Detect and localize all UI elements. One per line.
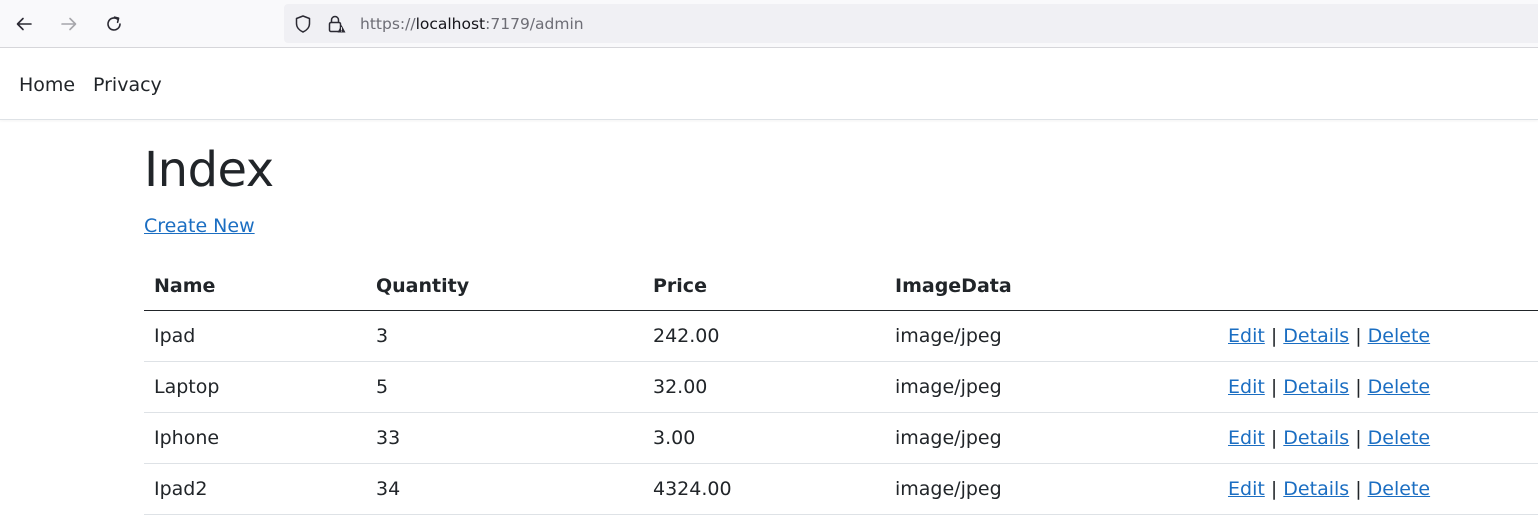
cell-imagedata: image/jpeg	[885, 361, 1218, 413]
url-path: :7179/admin	[485, 15, 584, 33]
cell-name: Iphone	[144, 412, 366, 464]
browser-toolbar: https://localhost:7179/admin	[0, 0, 1538, 48]
products-table: Name Quantity Price ImageData Ipad 3 242…	[144, 262, 1538, 515]
delete-link[interactable]: Delete	[1368, 325, 1430, 347]
table-row: Ipad2 34 4324.00 image/jpeg Edit | Detai…	[144, 463, 1538, 515]
cell-name: Laptop	[144, 361, 366, 413]
cell-actions: Edit | Details | Delete	[1218, 310, 1538, 362]
lock-icon[interactable]	[326, 14, 346, 34]
reload-button[interactable]	[100, 10, 128, 38]
forward-arrow-icon	[61, 17, 77, 31]
table-row: Laptop 5 32.00 image/jpeg Edit | Details…	[144, 361, 1538, 413]
cell-imagedata: image/jpeg	[885, 412, 1218, 464]
action-separator: |	[1355, 325, 1362, 347]
action-separator: |	[1270, 478, 1278, 500]
details-link[interactable]: Details	[1283, 427, 1349, 449]
edit-link[interactable]: Edit	[1228, 376, 1265, 398]
url-bar[interactable]: https://localhost:7179/admin	[284, 4, 1538, 43]
back-arrow-icon	[16, 17, 32, 31]
edit-link[interactable]: Edit	[1228, 427, 1265, 449]
cell-name: Ipad	[144, 310, 366, 362]
action-separator: |	[1270, 376, 1278, 398]
cell-price: 32.00	[643, 361, 885, 413]
details-link[interactable]: Details	[1283, 376, 1349, 398]
back-button[interactable]	[10, 10, 38, 38]
column-header-quantity: Quantity	[366, 262, 643, 311]
cell-quantity: 34	[366, 463, 643, 515]
action-separator: |	[1355, 427, 1362, 449]
action-separator: |	[1270, 325, 1278, 347]
cell-price: 4324.00	[643, 463, 885, 515]
column-header-price: Price	[643, 262, 885, 311]
cell-price: 242.00	[643, 310, 885, 362]
edit-link[interactable]: Edit	[1228, 478, 1265, 500]
column-header-name: Name	[144, 262, 366, 311]
cell-actions: Edit | Details | Delete	[1218, 412, 1538, 464]
cell-imagedata: image/jpeg	[885, 310, 1218, 362]
cell-price: 3.00	[643, 412, 885, 464]
shield-icon[interactable]	[293, 14, 313, 34]
table-row: Iphone 33 3.00 image/jpeg Edit | Details…	[144, 412, 1538, 464]
delete-link[interactable]: Delete	[1368, 427, 1430, 449]
url-prefix: https://	[360, 15, 416, 33]
page-title: Index	[144, 142, 274, 198]
nav-home-link[interactable]: Home	[19, 74, 75, 96]
column-header-actions	[1218, 262, 1538, 311]
nav-privacy-link[interactable]: Privacy	[93, 74, 162, 96]
action-separator: |	[1355, 478, 1362, 500]
details-link[interactable]: Details	[1283, 478, 1349, 500]
details-link[interactable]: Details	[1283, 325, 1349, 347]
forward-button[interactable]	[55, 10, 83, 38]
action-separator: |	[1355, 376, 1362, 398]
cell-actions: Edit | Details | Delete	[1218, 361, 1538, 413]
delete-link[interactable]: Delete	[1368, 478, 1430, 500]
cell-quantity: 5	[366, 361, 643, 413]
cell-quantity: 3	[366, 310, 643, 362]
cell-name: Ipad2	[144, 463, 366, 515]
cell-imagedata: image/jpeg	[885, 463, 1218, 515]
cell-quantity: 33	[366, 412, 643, 464]
action-separator: |	[1270, 427, 1278, 449]
cell-actions: Edit | Details | Delete	[1218, 463, 1538, 515]
delete-link[interactable]: Delete	[1368, 376, 1430, 398]
table-row: Ipad 3 242.00 image/jpeg Edit | Details …	[144, 310, 1538, 362]
site-navbar: Home Privacy	[0, 48, 1538, 120]
reload-icon	[107, 16, 121, 31]
create-new-link[interactable]: Create New	[144, 215, 255, 237]
table-header-row: Name Quantity Price ImageData	[144, 262, 1538, 311]
edit-link[interactable]: Edit	[1228, 325, 1265, 347]
url-text[interactable]: https://localhost:7179/admin	[360, 15, 584, 33]
column-header-imagedata: ImageData	[885, 262, 1218, 311]
url-host: localhost	[415, 15, 486, 33]
